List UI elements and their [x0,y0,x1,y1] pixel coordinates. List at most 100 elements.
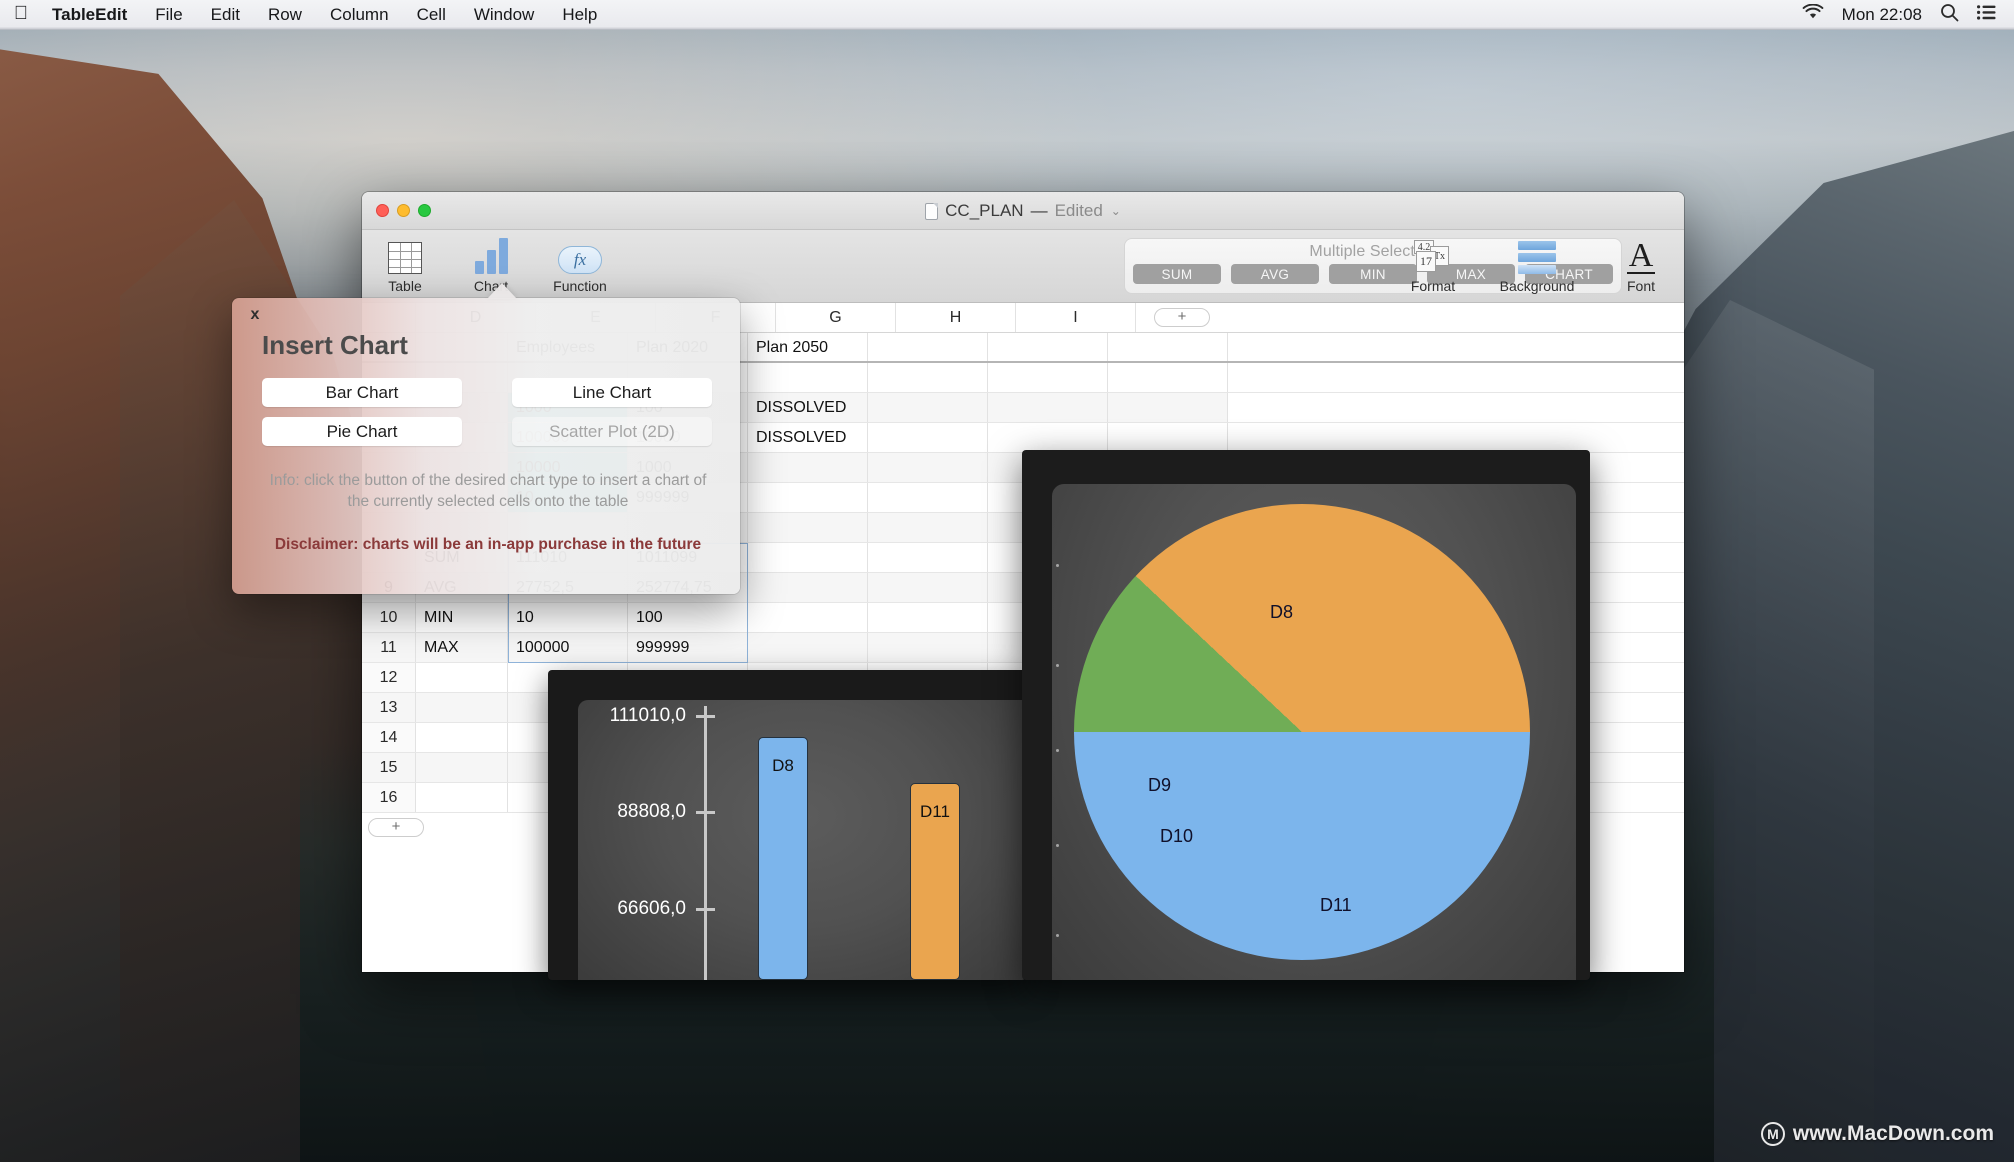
pie-slice-label-d10: D10 [1160,826,1194,846]
toolbar-font-button[interactable]: A Font [1612,234,1670,294]
table-cell[interactable] [868,483,988,512]
pie-chart-edge-dot-4 [1056,844,1059,847]
table-cell[interactable] [748,603,868,632]
window-title-separator: — [1030,201,1048,220]
table-cell[interactable]: Plan 2050 [748,333,868,361]
row-header[interactable]: 15 [362,753,416,782]
table-cell[interactable]: 100000 [508,633,628,662]
menu-item-cell[interactable]: Cell [403,0,460,30]
row-label-cell[interactable]: MIN [416,603,508,632]
table-cell[interactable] [868,423,988,452]
row-header[interactable]: 10 [362,603,416,632]
menu-item-help[interactable]: Help [548,0,611,30]
table-cell[interactable]: 999999 [628,633,748,662]
bar-chart-window[interactable]: 111010,0 88808,0 66606,0 D8 D11 [548,670,1026,980]
row-label-cell[interactable] [416,723,508,752]
toolbar-function-label: Function [553,278,607,294]
row-header[interactable]: 12 [362,663,416,692]
table-cell[interactable]: 100 [628,603,748,632]
table-cell[interactable] [1108,393,1228,422]
table-cell[interactable] [1108,363,1228,392]
chevron-down-icon[interactable]: ⌄ [1111,204,1121,218]
bar-chart-bar-d11[interactable]: D11 [910,783,960,980]
toolbar-table-label: Table [388,278,422,294]
row-header[interactable]: 13 [362,693,416,722]
row-header[interactable]: 16 [362,783,416,812]
table-cell[interactable] [988,423,1108,452]
toolbar-background-button[interactable]: Background [1492,234,1582,294]
table-icon [388,234,422,274]
table-cell[interactable] [868,513,988,542]
window-title: CC_PLAN — Edited ⌄ [362,192,1684,230]
row-label-cell[interactable]: MAX [416,633,508,662]
menu-item-edit[interactable]: Edit [197,0,254,30]
toolbar-table-button[interactable]: Table [376,234,434,294]
table-cell[interactable] [748,543,868,572]
pie-chart-edge-dot-5 [1056,934,1059,937]
chart-type-buttons: Bar Chart Line Chart Pie Chart Scatter P… [262,378,712,446]
table-cell[interactable] [988,363,1108,392]
menu-item-column[interactable]: Column [316,0,403,30]
avg-button[interactable]: AVG [1231,264,1319,284]
table-cell[interactable]: 10 [508,603,628,632]
table-cell[interactable] [868,543,988,572]
notification-center-icon[interactable] [1977,4,1996,25]
table-cell[interactable] [988,393,1108,422]
sum-button[interactable]: SUM [1133,264,1221,284]
table-cell[interactable] [988,333,1108,361]
table-cell[interactable] [868,603,988,632]
add-row-button[interactable]: + [368,818,424,837]
menu-bar-clock[interactable]: Mon 22:08 [1842,5,1922,25]
row-header[interactable]: 14 [362,723,416,752]
row-label-cell[interactable] [416,783,508,812]
row-label-cell[interactable] [416,663,508,692]
table-cell[interactable] [868,333,988,361]
table-cell[interactable] [1108,333,1228,361]
table-cell[interactable]: DISSOLVED [748,423,868,452]
table-cell[interactable] [868,453,988,482]
bar-chart-button[interactable]: Bar Chart [262,378,462,407]
add-column-button[interactable]: + [1154,308,1210,327]
table-cell[interactable] [748,483,868,512]
insert-chart-popover: x Insert Chart Bar Chart Line Chart Pie … [232,298,740,594]
bar-chart-bar-label-d11: D11 [920,802,950,821]
apple-logo-icon[interactable]:  [0,4,42,26]
table-cell[interactable] [748,363,868,392]
menu-item-row[interactable]: Row [254,0,316,30]
column-header-h[interactable]: H [896,303,1016,332]
row-header[interactable]: 11 [362,633,416,662]
column-header-i[interactable]: I [1016,303,1136,332]
pie-chart-window[interactable]: D8 D9 D10 D11 [1022,450,1590,980]
table-cell[interactable] [748,573,868,602]
toolbar-format-button[interactable]: 4.2 Tx 17 Format [1404,234,1462,294]
pie-chart-button[interactable]: Pie Chart [262,417,462,446]
table-cell[interactable] [868,393,988,422]
toolbar-function-button[interactable]: fx Function [548,234,612,294]
table-cell[interactable] [748,633,868,662]
table-cell[interactable] [748,513,868,542]
close-icon[interactable]: x [246,306,264,324]
window-titlebar[interactable]: CC_PLAN — Edited ⌄ [362,192,1684,230]
table-cell[interactable] [868,363,988,392]
bar-chart-tick-1: 88808,0 [617,801,715,822]
table-cell[interactable] [868,633,988,662]
bar-chart-bar-d8[interactable]: D8 [758,737,808,980]
row-label-cell[interactable] [416,693,508,722]
menu-item-tableedit[interactable]: TableEdit [42,0,141,30]
watermark: M www.MacDown.com [1760,1122,1994,1146]
popover-info-text: Info: click the button of the desired ch… [269,472,707,510]
search-icon[interactable] [1940,3,1959,27]
menu-item-window[interactable]: Window [460,0,548,30]
table-cell[interactable] [868,573,988,602]
wifi-icon[interactable] [1802,3,1824,25]
pie-chart-disc[interactable] [1074,504,1530,960]
line-chart-button[interactable]: Line Chart [512,378,712,407]
toolbar-format-label: Format [1410,278,1456,294]
bar-chart-icon [474,234,508,274]
menu-item-file[interactable]: File [141,0,196,30]
table-cell[interactable]: DISSOLVED [748,393,868,422]
table-cell[interactable] [748,453,868,482]
row-label-cell[interactable] [416,753,508,782]
table-cell[interactable] [1108,423,1228,452]
column-header-g[interactable]: G [776,303,896,332]
